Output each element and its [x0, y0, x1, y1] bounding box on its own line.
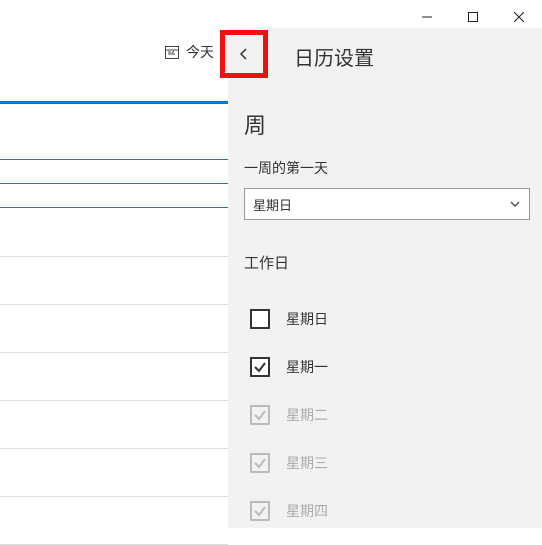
check-icon: [253, 456, 267, 470]
week-section-title: 周: [244, 108, 530, 140]
window-titlebar: [0, 0, 542, 28]
chevron-down-icon: [509, 198, 521, 210]
checkbox-box: [250, 405, 270, 425]
first-day-label: 一周的第一天: [244, 158, 530, 178]
checkbox-box: [250, 453, 270, 473]
workday-checkbox-row[interactable]: 星期日: [244, 295, 530, 343]
time-slot-row[interactable]: [0, 353, 228, 401]
back-button[interactable]: [220, 30, 268, 78]
check-icon: [253, 504, 267, 518]
checkbox-box: [250, 501, 270, 521]
calendar-toolbar: 今天: [0, 28, 228, 76]
checkbox-label: 星期三: [286, 453, 328, 473]
active-tab-indicator: [0, 101, 228, 104]
checkbox-label: 星期二: [286, 405, 328, 425]
time-slot-row[interactable]: [0, 401, 228, 449]
time-slot-row[interactable]: [0, 159, 228, 184]
time-slot-row[interactable]: [0, 209, 228, 257]
close-button[interactable]: [496, 6, 542, 28]
minimize-icon: [422, 12, 432, 22]
close-icon: [514, 12, 524, 22]
calendar-content-area: 今天: [0, 28, 228, 528]
today-button[interactable]: 今天: [186, 42, 214, 62]
check-icon: [253, 360, 267, 374]
checkbox-label: 星期日: [286, 309, 328, 329]
checkbox-box[interactable]: [250, 309, 270, 329]
workday-list: 星期日星期一星期二星期三星期四: [244, 295, 530, 535]
time-slot-row[interactable]: [0, 183, 228, 208]
time-slot-row[interactable]: [0, 305, 228, 353]
settings-title: 日历设置: [294, 42, 374, 71]
first-day-value: 星期日: [253, 195, 292, 214]
time-slot-row[interactable]: [0, 449, 228, 497]
workday-checkbox-row[interactable]: 星期一: [244, 343, 530, 391]
time-slot-row[interactable]: [0, 257, 228, 305]
time-slot-row[interactable]: [0, 497, 228, 545]
maximize-icon: [468, 12, 478, 22]
check-icon: [253, 408, 267, 422]
minimize-button[interactable]: [404, 6, 450, 28]
workday-checkbox-row: 星期三: [244, 439, 530, 487]
chevron-left-icon: [237, 47, 251, 61]
workdays-label: 工作日: [244, 252, 530, 273]
calendar-today-icon: [164, 44, 180, 60]
settings-panel: 日历设置 周 一周的第一天 星期日 工作日 星期日星期一星期二星期三星期四: [228, 28, 542, 528]
maximize-button[interactable]: [450, 6, 496, 28]
first-day-select[interactable]: 星期日: [244, 188, 530, 220]
checkbox-box[interactable]: [250, 357, 270, 377]
checkbox-label: 星期四: [286, 501, 328, 521]
workday-checkbox-row: 星期二: [244, 391, 530, 439]
checkbox-label: 星期一: [286, 357, 328, 377]
